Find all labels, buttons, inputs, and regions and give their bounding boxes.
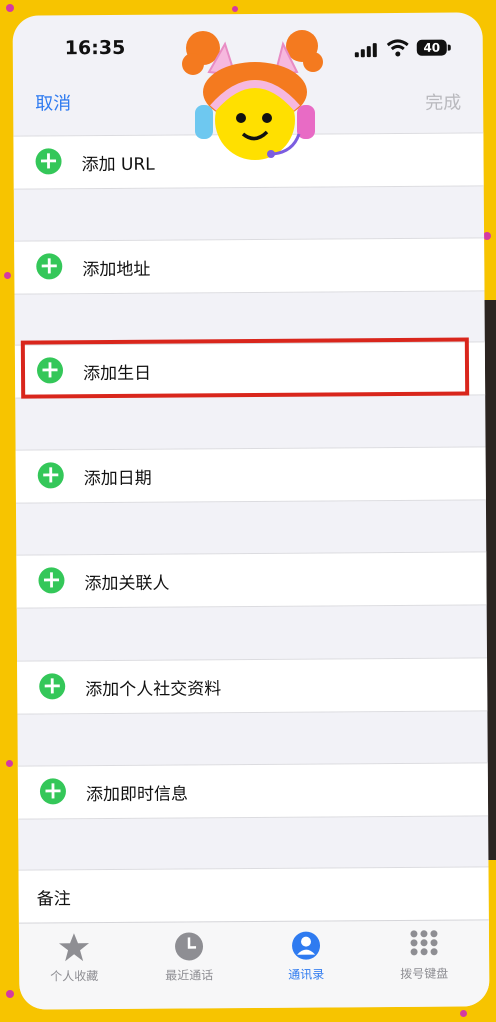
battery-indicator: 40	[416, 39, 447, 56]
tab-favorites[interactable]: 个人收藏	[19, 931, 129, 985]
star-icon	[59, 933, 90, 962]
tab-bar: 个人收藏 最近通话 通讯录 拨号键盘	[18, 919, 490, 1010]
wifi-icon	[386, 39, 409, 57]
add-icon: +	[35, 146, 62, 175]
notes-label: 备注	[36, 889, 71, 910]
row-label: 添加 URL	[81, 154, 155, 176]
add-instant-message-row[interactable]: + 添加即时信息	[17, 762, 489, 820]
keypad-icon	[410, 930, 438, 956]
add-related-person-row[interactable]: + 添加关联人	[16, 551, 487, 609]
tab-keypad[interactable]: 拨号键盘	[369, 928, 479, 982]
tab-contacts[interactable]: 通讯录	[251, 929, 361, 983]
add-icon: +	[39, 776, 67, 805]
tab-label: 最近通话	[165, 968, 214, 983]
row-label: 添加地址	[82, 259, 151, 281]
highlight-box	[20, 337, 470, 399]
add-icon: +	[39, 671, 66, 700]
tab-label: 个人收藏	[50, 969, 99, 984]
add-date-row[interactable]: + 添加日期	[15, 446, 486, 504]
add-icon: +	[36, 251, 63, 280]
clock-icon	[175, 932, 204, 961]
tab-label: 通讯录	[288, 967, 325, 982]
row-label: 添加个人社交资料	[85, 679, 222, 701]
add-social-profile-row[interactable]: + 添加个人社交资料	[17, 657, 488, 715]
tab-label: 拨号键盘	[400, 966, 449, 981]
status-time: 16:35	[64, 36, 126, 60]
add-icon: +	[38, 565, 65, 594]
contact-icon	[292, 931, 321, 960]
row-label: 添加即时信息	[85, 784, 189, 806]
notes-row[interactable]: 备注	[18, 866, 489, 928]
done-button[interactable]: 完成	[425, 89, 461, 115]
cellular-signal-icon	[354, 43, 377, 58]
tab-recents[interactable]: 最近通话	[134, 930, 244, 984]
cancel-button[interactable]: 取消	[35, 89, 71, 115]
row-label: 添加日期	[83, 468, 152, 490]
add-icon: +	[37, 460, 64, 489]
add-address-row[interactable]: + 添加地址	[14, 237, 485, 295]
row-label: 添加关联人	[84, 573, 170, 595]
mascot-sticker-icon	[182, 30, 323, 160]
